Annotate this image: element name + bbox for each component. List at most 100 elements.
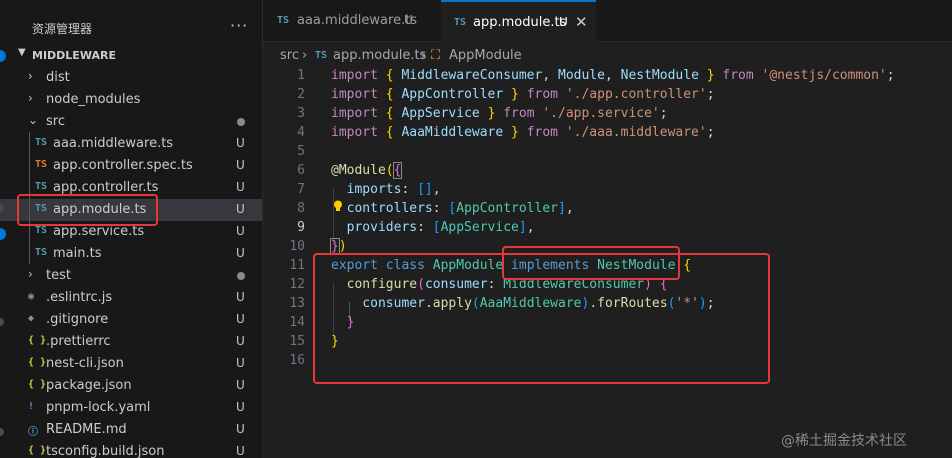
git-status-badge: U: [236, 378, 245, 392]
git-file-icon: ◆: [28, 313, 35, 324]
git-status-badge: U: [236, 356, 245, 370]
line-number: 9: [297, 220, 305, 235]
modified-dot-indicator: [237, 118, 245, 126]
file-name: nest-cli.json: [46, 356, 124, 371]
line-number: 6: [297, 163, 305, 178]
file-name: app.service.ts: [53, 224, 145, 239]
typescript-file-icon: TS: [315, 50, 328, 61]
file-name: .eslintrc.js: [46, 290, 113, 305]
git-status-badge: U: [236, 400, 245, 414]
code-line-8: controllers: [AppController],: [331, 201, 574, 216]
tree-file[interactable]: { } package.json U: [0, 375, 262, 397]
file-name: app.controller.ts: [53, 180, 159, 195]
yaml-file-icon: !: [28, 401, 35, 412]
json-file-icon: { }: [28, 335, 47, 346]
tree-file[interactable]: ⓘ README.md U: [0, 419, 262, 441]
lightbulb-icon[interactable]: [333, 200, 343, 212]
tree-file[interactable]: TS main.ts U: [0, 243, 262, 265]
file-name: .prettierrc: [46, 334, 111, 349]
line-number: 3: [297, 106, 305, 121]
file-name: tsconfig.build.json: [46, 444, 165, 458]
chevron-down-icon: ⌄: [28, 113, 39, 127]
tab-label: aaa.middleware.ts: [297, 13, 418, 28]
line-number: 8: [297, 201, 305, 216]
code-line-3: import { AppService } from './app.servic…: [331, 106, 668, 121]
breadcrumb-folder[interactable]: src: [280, 48, 299, 63]
json-file-icon: { }: [28, 445, 47, 456]
git-status-badge: U: [236, 202, 245, 216]
line-number: 16: [289, 353, 305, 368]
typescript-file-icon: TS: [277, 15, 290, 26]
tree-folder[interactable]: ⌄ src: [0, 111, 262, 133]
tree-folder[interactable]: › test: [0, 265, 262, 287]
line-number: 10: [289, 239, 305, 254]
tree-file[interactable]: TS aaa.middleware.ts U: [0, 133, 262, 155]
code-line-9: providers: [AppService],: [331, 220, 535, 235]
line-number: 1: [297, 68, 305, 83]
typescript-file-icon: TS: [35, 137, 48, 148]
git-status-badge: U: [236, 444, 245, 458]
markdown-file-icon: ⓘ: [28, 427, 38, 438]
code-line-2: import { AppController } from './app.con…: [331, 87, 715, 102]
editor-tab-bar: TS aaa.middleware.ts U TS app.module.ts …: [263, 0, 952, 42]
line-number: 7: [297, 182, 305, 197]
tab-app-module[interactable]: TS app.module.ts U ✕: [441, 0, 596, 42]
tree-file[interactable]: { } tsconfig.build.json U: [0, 441, 262, 458]
code-line-10: }): [330, 238, 347, 255]
eslint-file-icon: ◉: [28, 291, 35, 302]
watermark: @稀土掘金技术社区: [781, 433, 907, 449]
line-number: 13: [289, 296, 305, 311]
tree-file[interactable]: ◉ .eslintrc.js U: [0, 287, 262, 309]
line-number: 4: [297, 125, 305, 140]
git-status-badge: U: [236, 312, 245, 326]
tree-file[interactable]: ! pnpm-lock.yaml U: [0, 397, 262, 419]
tab-git-status: U: [404, 13, 413, 27]
file-name: test: [46, 268, 71, 283]
code-line-6: @Module({: [331, 162, 403, 179]
git-status-badge: U: [236, 246, 245, 260]
workspace-name: MIDDLEWARE: [32, 49, 116, 62]
symbol-class-icon: ⛶: [431, 48, 441, 63]
chevron-right-icon: ›: [421, 48, 427, 63]
git-status-badge: U: [236, 334, 245, 348]
explorer-title: 资源管理器: [32, 22, 93, 36]
typescript-file-icon: TS: [35, 225, 48, 236]
typescript-file-icon: TS: [454, 17, 467, 28]
typescript-file-icon: TS: [35, 181, 48, 192]
json-file-icon: { }: [28, 357, 47, 368]
line-number: 5: [297, 144, 305, 159]
breadcrumb: src › TS app.module.ts › ⛶ AppModule: [263, 46, 952, 68]
git-status-badge: U: [236, 224, 245, 238]
close-icon[interactable]: ✕: [575, 13, 588, 31]
file-name: aaa.middleware.ts: [53, 136, 174, 151]
file-name: package.json: [46, 378, 132, 393]
tree-file[interactable]: TS app.controller.spec.ts U: [0, 155, 262, 177]
typescript-test-file-icon: TS: [35, 159, 48, 170]
file-name: node_modules: [46, 92, 141, 107]
file-name: README.md: [46, 422, 127, 437]
line-number: 12: [289, 277, 305, 292]
tree-file[interactable]: { } .prettierrc U: [0, 331, 262, 353]
breadcrumb-file[interactable]: app.module.ts: [333, 48, 426, 63]
tree-folder[interactable]: › node_modules: [0, 89, 262, 111]
line-number: 11: [289, 258, 305, 273]
git-status-badge: U: [236, 422, 245, 436]
file-name: .gitignore: [46, 312, 109, 327]
tab-aaa-middleware[interactable]: TS aaa.middleware.ts U: [263, 0, 441, 42]
tree-file[interactable]: ◆ .gitignore U: [0, 309, 262, 331]
git-status-badge: U: [236, 158, 245, 172]
line-number: 15: [289, 334, 305, 349]
workspace-section-header[interactable]: ▼ MIDDLEWARE: [0, 44, 262, 66]
file-name: pnpm-lock.yaml: [46, 400, 151, 415]
file-name: main.ts: [53, 246, 102, 261]
more-actions-icon[interactable]: ···: [230, 16, 248, 35]
tab-git-status: U: [559, 15, 568, 29]
breadcrumb-symbol[interactable]: AppModule: [449, 48, 522, 63]
tree-file[interactable]: { } nest-cli.json U: [0, 353, 262, 375]
tree-folder[interactable]: › dist: [0, 67, 262, 89]
chevron-right-icon: ›: [28, 91, 33, 105]
line-number: 2: [297, 87, 305, 102]
chevron-right-icon: ›: [28, 69, 33, 83]
explorer-sidebar: 资源管理器 ··· ▼ MIDDLEWARE › dist › node_module…: [0, 0, 263, 458]
code-line-1: import { MiddlewareConsumer, Module, Nes…: [331, 68, 895, 83]
